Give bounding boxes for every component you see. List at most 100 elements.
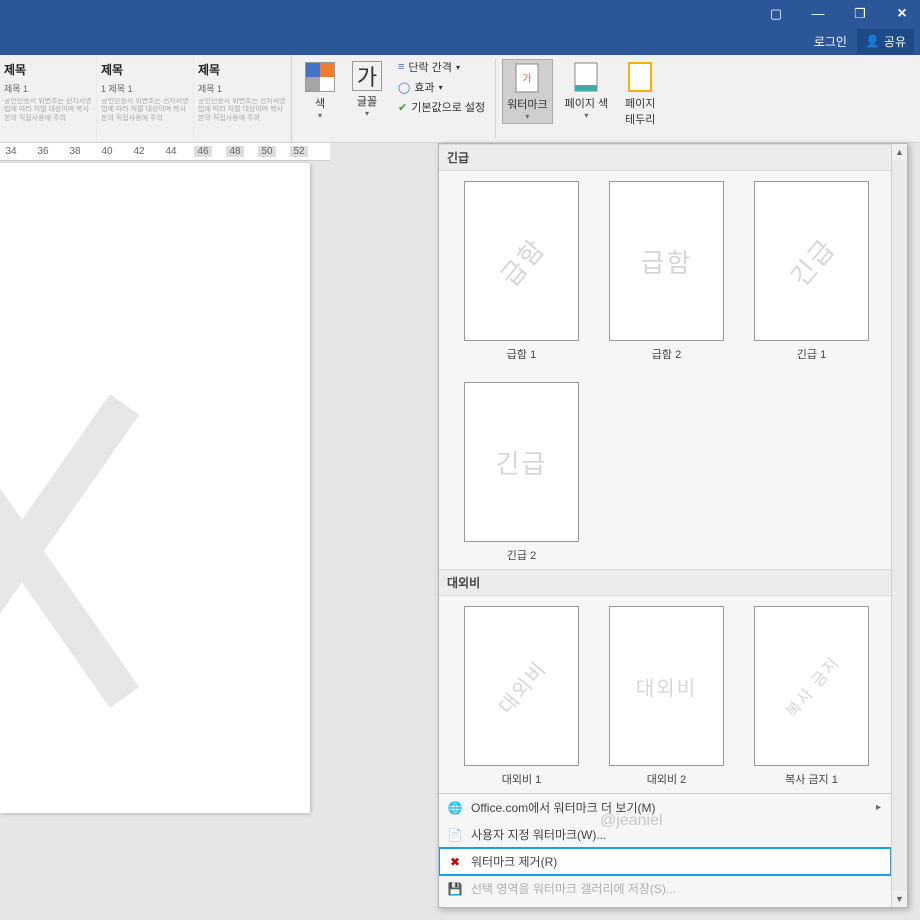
watermark-text: 대외비 <box>491 653 553 719</box>
share-label: 공유 <box>884 33 906 50</box>
page-watermark-shape <box>0 313 280 713</box>
watermark-preset[interactable]: 급함 급함 1 <box>459 181 584 362</box>
page-color-label: 페이지 색 <box>565 95 609 111</box>
set-default-button[interactable]: ✔ 기본값으로 설정 <box>398 99 485 115</box>
remove-icon: ✖ <box>447 854 463 870</box>
fonts-button[interactable]: 가 글꼴 ▾ <box>348 59 386 120</box>
fonts-label: 글꼴 <box>357 93 377 109</box>
paragraph-spacing-label: 단락 간격 <box>408 59 452 75</box>
colors-label: 색 <box>315 95 325 111</box>
paragraph-spacing-icon: ≡ <box>398 61 404 73</box>
minimize-button[interactable]: — <box>806 6 830 21</box>
ruler-tick: 42 <box>130 146 148 157</box>
paragraph-spacing-button[interactable]: ≡ 단락 간격 ▾ <box>398 59 485 75</box>
svg-text:가: 가 <box>523 73 532 85</box>
ribbon-display-options-icon[interactable]: ▢ <box>764 6 788 22</box>
watermark-button[interactable]: 가 워터마크 ▾ <box>502 59 552 124</box>
style-set-card[interactable]: 제목 제목 1 공인인증서 위변조는 전자서명법에 따라 처벌 대상이며 복사본… <box>194 55 291 142</box>
gallery-menu: 🌐 Office.com에서 워터마크 더 보기(M) ▸ 📄 사용자 지정 워… <box>439 793 891 902</box>
chevron-right-icon: ▸ <box>876 802 881 813</box>
watermark-preset[interactable]: 긴급 긴급 1 <box>749 181 874 362</box>
style-title: 제목 <box>4 61 92 78</box>
menu-label: Office.com에서 워터마크 더 보기(M) <box>471 799 655 816</box>
preset-label: 급함 2 <box>652 346 681 362</box>
chevron-down-icon: ▾ <box>365 109 369 118</box>
check-icon: ✔ <box>398 101 407 114</box>
chevron-down-icon: ▾ <box>456 63 460 72</box>
watermark-preset[interactable]: 급함 급함 2 <box>604 181 729 362</box>
page-borders-button[interactable]: 페이지 테두리 <box>620 59 660 129</box>
more-watermarks-office-menu-item[interactable]: 🌐 Office.com에서 워터마크 더 보기(M) ▸ <box>439 794 891 821</box>
globe-icon: 🌐 <box>447 800 463 816</box>
style-title: 제목 <box>198 61 286 78</box>
ruler-tick: 46 <box>194 146 212 157</box>
font-icon: 가 <box>352 61 382 91</box>
watermark-text: 대외비 <box>636 672 697 701</box>
close-button[interactable]: × <box>890 5 914 23</box>
page-color-icon <box>570 61 602 93</box>
watermark-text: 복사 금지 <box>779 650 845 722</box>
preset-label: 복사 금지 1 <box>785 771 838 787</box>
ruler-tick: 44 <box>162 146 180 157</box>
menu-label: 사용자 지정 워터마크(W)... <box>471 826 606 843</box>
share-button[interactable]: 👤 공유 <box>857 29 914 54</box>
style-set-card[interactable]: 제목 1 제목 1 공인인증서 위변조는 전자서명법에 따라 처벌 대상이며 복… <box>97 55 194 142</box>
login-link[interactable]: 로그인 <box>814 33 847 50</box>
watermark-gallery-dropdown: 긴급 급함 급함 1 급함 급함 2 긴급 긴급 1 긴급 긴급 2 대외비 대… <box>438 143 908 908</box>
chevron-down-icon: ▾ <box>525 112 529 121</box>
style-set-gallery[interactable]: 제목 제목 1 공인인증서 위변조는 전자서명법에 따라 처벌 대상이며 복사본… <box>0 55 292 142</box>
style-lorem: 공인인증서 위변조는 전자서명법에 따라 처벌 대상이며 복사본의 직접사용에 … <box>198 98 286 126</box>
restore-button[interactable]: ❐ <box>848 6 872 22</box>
gallery-group-header: 대외비 <box>439 569 891 596</box>
custom-watermark-menu-item[interactable]: 📄 사용자 지정 워터마크(W)... <box>439 821 891 848</box>
page-color-button[interactable]: 페이지 색 ▾ <box>561 59 613 122</box>
style-lorem: 공인인증서 위변조는 전자서명법에 따라 처벌 대상이며 복사본의 직접사용에 … <box>4 98 92 126</box>
colors-button[interactable]: 색 ▾ <box>300 59 340 122</box>
watermark-preset[interactable]: 대외비 대외비 1 <box>459 606 584 787</box>
page-border-icon <box>624 61 656 93</box>
watermark-label: 워터마크 <box>507 96 547 112</box>
style-subtitle: 1 제목 1 <box>101 82 189 95</box>
preset-label: 긴급 1 <box>797 346 826 362</box>
ruler-tick: 48 <box>226 146 244 157</box>
watermark-text: 급함 <box>491 229 553 292</box>
scroll-down-arrow-icon[interactable]: ▼ <box>892 891 907 907</box>
gallery-scrollbar[interactable]: ▲ ▼ <box>891 144 907 907</box>
preset-label: 급함 1 <box>507 346 536 362</box>
ruler-tick: 36 <box>34 146 52 157</box>
effects-button[interactable]: ◯ 효과 ▾ <box>398 79 485 95</box>
watermark-preset[interactable]: 긴급 긴급 2 <box>459 382 584 563</box>
style-set-card[interactable]: 제목 제목 1 공인인증서 위변조는 전자서명법에 따라 처벌 대상이며 복사본… <box>0 55 97 142</box>
scroll-up-arrow-icon[interactable]: ▲ <box>892 144 907 160</box>
separator <box>495 59 496 138</box>
ruler-tick: 52 <box>290 146 308 157</box>
ruler-tick: 34 <box>2 146 20 157</box>
effects-label: 효과 <box>414 79 434 95</box>
document-canvas[interactable] <box>0 163 330 920</box>
set-default-label: 기본값으로 설정 <box>411 99 485 115</box>
style-subtitle: 제목 1 <box>4 82 92 95</box>
preset-label: 대외비 2 <box>647 771 687 787</box>
preset-label: 긴급 2 <box>507 547 536 563</box>
page-borders-label: 페이지 테두리 <box>625 95 655 127</box>
ribbon: 제목 제목 1 공인인증서 위변조는 전자서명법에 따라 처벌 대상이며 복사본… <box>0 55 920 143</box>
chevron-down-icon: ▾ <box>439 83 443 92</box>
horizontal-ruler[interactable]: 34 36 38 40 42 44 46 48 50 52 <box>0 143 330 161</box>
gallery-group-header: 긴급 <box>439 144 891 171</box>
ruler-tick: 40 <box>98 146 116 157</box>
save-to-gallery-menu-item: 💾 선택 영역을 워터마크 갤러리에 저장(S)... <box>439 875 891 902</box>
save-icon: 💾 <box>447 881 463 897</box>
remove-watermark-menu-item[interactable]: ✖ 워터마크 제거(R) <box>439 848 891 875</box>
watermark-icon: 가 <box>511 62 543 94</box>
page[interactable] <box>0 163 310 813</box>
watermark-preset[interactable]: 대외비 대외비 2 <box>604 606 729 787</box>
style-lorem: 공인인증서 위변조는 전자서명법에 따라 처벌 대상이며 복사본의 직접사용에 … <box>101 98 189 126</box>
window-titlebar: ▢ — ❐ × 로그인 👤 공유 <box>0 0 920 55</box>
page-icon: 📄 <box>447 827 463 843</box>
watermark-preset[interactable]: 복사 금지 복사 금지 1 <box>749 606 874 787</box>
ruler-tick: 50 <box>258 146 276 157</box>
share-icon: 👤 <box>865 34 880 48</box>
chevron-down-icon: ▾ <box>318 111 322 120</box>
menu-label: 워터마크 제거(R) <box>471 853 557 870</box>
preset-label: 대외비 1 <box>502 771 542 787</box>
